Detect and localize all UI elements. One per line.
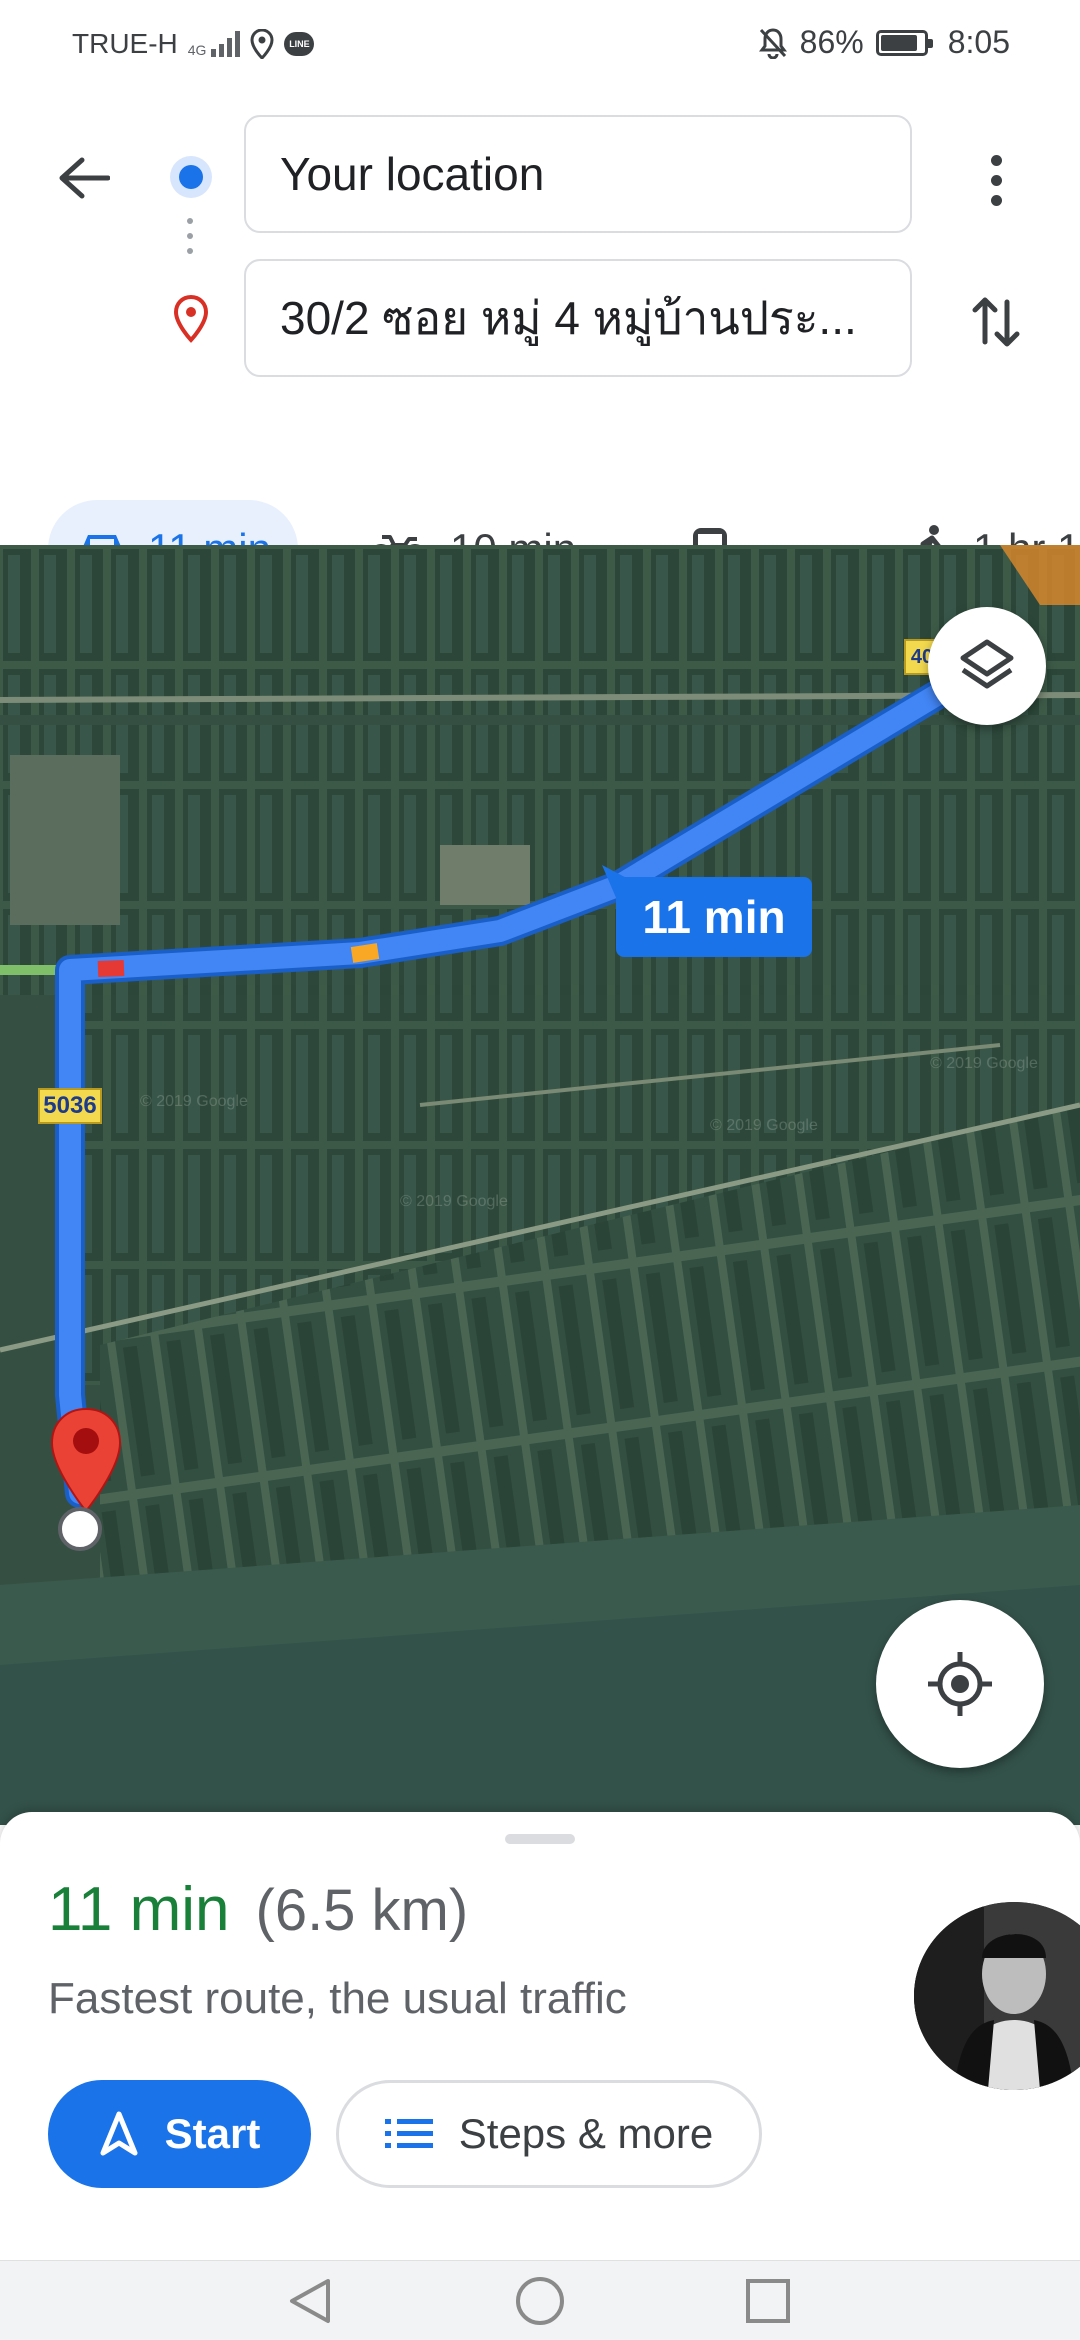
route-distance: (6.5 km) [255, 1878, 469, 1943]
system-nav-bar [0, 2260, 1080, 2340]
layers-button[interactable] [928, 607, 1046, 725]
square-recents-icon [746, 2279, 790, 2323]
sheet-handle[interactable] [505, 1834, 575, 1844]
start-navigation-button[interactable]: Start [48, 2080, 311, 2188]
my-location-button[interactable] [876, 1600, 1044, 1768]
swap-button[interactable] [960, 286, 1032, 358]
origin-field[interactable]: Your location [244, 115, 912, 233]
route-description: Fastest route, the usual traffic [48, 1974, 627, 2023]
map-watermark: © 2019 Google [930, 1055, 1038, 1072]
destination-pin-icon [173, 294, 209, 343]
battery-percent: 86% [799, 24, 864, 60]
route-summary-sheet[interactable]: 11 min (6.5 km) Fastest route, the usual… [0, 1812, 1080, 2260]
circle-home-icon [516, 2277, 564, 2325]
carrier-name: TRUE-H [72, 28, 178, 59]
map-view[interactable]: © 2019 Google © 2019 Google © 2019 Googl… [0, 545, 1080, 1825]
callout-pointer [602, 865, 636, 907]
layers-icon [960, 639, 1014, 689]
network-type: 4G [187, 42, 207, 58]
list-icon [384, 2119, 433, 2148]
more-options-button[interactable] [966, 150, 1026, 210]
battery-icon [875, 29, 933, 56]
status-bar: TRUE-H 4G LINE 86% 8:05 [0, 0, 1080, 90]
back-button[interactable] [48, 142, 120, 214]
route-duration: 11 min [48, 1875, 230, 1944]
steps-and-more-button[interactable]: Steps & more [336, 2080, 762, 2188]
line-app-icon: LINE [284, 32, 315, 56]
swap-vert-icon [972, 297, 1020, 347]
route-summary: 11 min (6.5 km) [48, 1874, 468, 1945]
destination-marker-icon[interactable] [46, 1403, 126, 1523]
route-connector [187, 218, 193, 263]
map-watermark: © 2019 Google [710, 1117, 818, 1134]
arrow-back-icon [59, 157, 110, 199]
map-watermark: © 2019 Google [400, 1193, 508, 1210]
nav-home-button[interactable] [492, 2261, 588, 2340]
start-label: Start [164, 2110, 261, 2157]
steps-label: Steps & more [458, 2110, 714, 2157]
signal-icon: 4G [188, 31, 241, 57]
origin-dot-icon [170, 156, 212, 198]
my-location-icon [928, 1652, 992, 1716]
nav-recents-button[interactable] [720, 2261, 816, 2340]
route-eta-callout[interactable]: 11 min [616, 877, 812, 957]
clock: 8:05 [947, 24, 1010, 60]
road-number-label: 5036 [38, 1088, 102, 1124]
navigation-arrow-icon [100, 2111, 138, 2156]
avatar-photo [914, 1902, 1080, 2090]
location-icon [250, 29, 274, 59]
map-watermark: © 2019 Google [140, 1093, 248, 1110]
nav-back-button[interactable] [262, 2261, 358, 2340]
origin-marker-icon [58, 1507, 102, 1551]
triangle-back-icon [290, 2279, 330, 2323]
avatar[interactable] [914, 1902, 1080, 2090]
directions-header: Your location 30/2 ซอย หมู่ 4 หมู่บ้านปร… [0, 90, 1080, 598]
mute-icon [758, 27, 787, 59]
destination-field[interactable]: 30/2 ซอย หมู่ 4 หมู่บ้านประ... [244, 259, 912, 377]
